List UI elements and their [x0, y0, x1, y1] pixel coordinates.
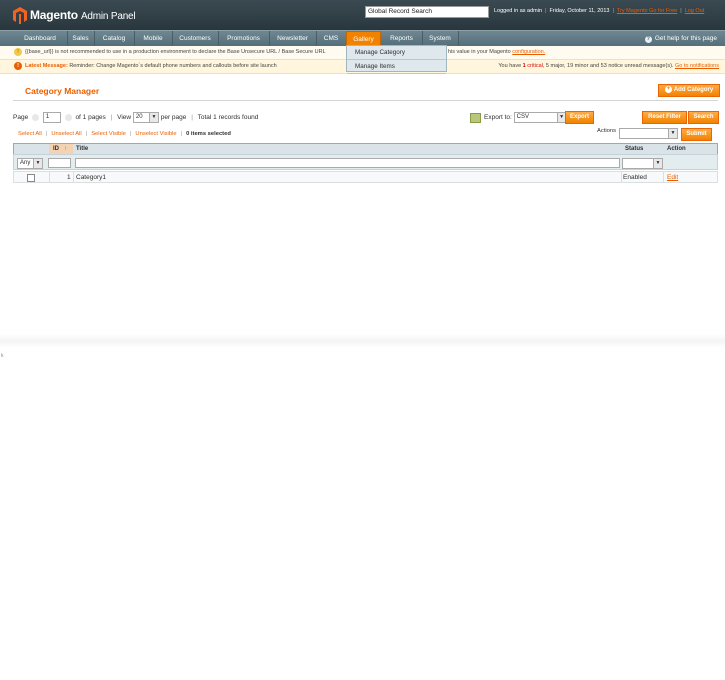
title-divider [13, 100, 718, 101]
column-id: ID [53, 146, 59, 152]
add-category-button[interactable]: + Add Category [658, 84, 720, 97]
submit-button[interactable]: Submit [681, 128, 712, 141]
export-icon [470, 112, 481, 123]
row-status: Enabled [623, 174, 647, 181]
nav-customers[interactable]: Customers [172, 31, 219, 46]
select-visible-link[interactable]: Select Visible [91, 131, 126, 137]
massaction-bar: Select All | Unselect All | Select Visible | U… [13, 128, 718, 140]
chevron-down-icon: ▼ [653, 159, 662, 168]
nav-sales[interactable]: Sales [67, 31, 95, 46]
alert-icon: ! [14, 61, 22, 70]
go-free-link[interactable]: Try Magento Go for Free [617, 8, 677, 14]
latest-message-text: Reminder: Change Magento`s default phone… [69, 63, 277, 69]
per-page-select[interactable]: 20 ▼ [132, 112, 159, 123]
reset-filter-button[interactable]: Reset Filter [642, 111, 687, 124]
nav-promotions[interactable]: Promotions [218, 31, 270, 46]
nav-catalog[interactable]: Catalog [94, 31, 135, 46]
help-link[interactable]: ? Get help for this page [644, 31, 717, 46]
magento-logo-icon [13, 6, 27, 24]
page-title: Category Manager [25, 86, 100, 96]
notification-summary: You have 1 critical, 5 major, 19 minor a… [498, 63, 719, 69]
select-all-link[interactable]: Select All [18, 131, 42, 137]
search-button[interactable]: Search [688, 111, 719, 124]
row-edit-link[interactable]: Edit [667, 172, 678, 183]
logout-link[interactable]: Log Out [685, 8, 705, 14]
row-id: 1 [67, 174, 71, 181]
page-fade-band [0, 334, 725, 348]
prev-page-icon[interactable] [32, 114, 39, 121]
chevron-down-icon: ▼ [33, 159, 42, 168]
menu-manage-items[interactable]: Manage Items [347, 60, 446, 74]
export-controls: Export to: CSV ▼ [470, 112, 567, 123]
selected-count: 0 [186, 131, 190, 137]
nav-cms[interactable]: CMS [316, 31, 347, 46]
go-to-notifications-link[interactable]: Go to notifications [675, 63, 719, 69]
chevron-down-icon: ▼ [148, 113, 158, 122]
plus-icon: + [664, 85, 672, 93]
magento-logo[interactable]: Magento Admin Panel [13, 5, 136, 25]
massaction-filter-select[interactable]: Any ▼ [17, 158, 43, 169]
nav-mobile[interactable]: Mobile [134, 31, 173, 46]
next-page-icon[interactable] [64, 114, 72, 121]
grid-filter-row: Any ▼ ▼ [13, 154, 718, 170]
admin-header: Magento Admin Panel Global Record Search … [0, 0, 725, 30]
actions-label: Actions [597, 128, 617, 134]
nav-gallery[interactable]: Gallery [346, 31, 381, 46]
total-records: Total 1 records found [197, 114, 259, 122]
nav-newsletter[interactable]: Newsletter [269, 31, 317, 46]
logo-sub: Admin Panel [80, 11, 136, 22]
menu-manage-category[interactable]: Manage Category [347, 46, 446, 60]
grid-header: ID ↑ Title Status Action [13, 143, 718, 154]
critical-count: 1 [522, 63, 526, 69]
actions-select[interactable]: ▼ [619, 128, 678, 139]
header-user-info: Logged in as admin | Friday, October 11, 2… [494, 8, 705, 14]
sort-title-header[interactable] [73, 144, 623, 154]
date-text: Friday, October 11, 2013 [549, 8, 610, 14]
logo-brand: Magento [30, 8, 78, 22]
id-filter-input[interactable] [48, 158, 71, 168]
security-text: {{base_url}} is not recommended to use i… [25, 49, 326, 55]
column-status: Status [625, 146, 644, 152]
edge-mark: k [1, 353, 4, 359]
sort-arrow-icon: ↑ [64, 146, 67, 152]
main-nav: Dashboard Sales Catalog Mobile Customers… [0, 30, 725, 46]
column-title: Title [76, 146, 89, 152]
latest-message-label: Latest Message: [25, 63, 68, 69]
column-action: Action [667, 146, 686, 152]
nav-system[interactable]: System [422, 31, 459, 46]
security-tail: his value in your Magento [448, 49, 511, 55]
export-format-select[interactable]: CSV ▼ [513, 112, 567, 123]
unselect-visible-link[interactable]: Unselect Visible [135, 131, 176, 137]
configuration-link[interactable]: configuration. [512, 49, 545, 55]
row-title: Category1 [76, 174, 106, 181]
row-checkbox[interactable] [27, 174, 35, 182]
unselect-all-link[interactable]: Unselect All [51, 131, 81, 137]
nav-dashboard[interactable]: Dashboard [13, 31, 68, 46]
warning-icon: ! [14, 47, 22, 56]
help-icon: ? [644, 36, 652, 43]
page-number-input[interactable]: 1 [42, 112, 61, 123]
grid-pager: Page 1 of 1 pages | View 20 ▼ per page | … [13, 112, 259, 123]
nav-reports[interactable]: Reports [381, 31, 423, 46]
logged-in-text: Logged in as admin [494, 8, 543, 14]
status-filter-select[interactable]: ▼ [622, 158, 663, 169]
title-filter-input[interactable] [75, 158, 620, 168]
table-row[interactable]: 1 Category1 Enabled Edit [13, 171, 718, 183]
export-button[interactable]: Export [565, 111, 594, 124]
gallery-dropdown-menu: Manage Category Manage Items [346, 45, 447, 74]
chevron-down-icon: ▼ [668, 129, 677, 138]
global-search-input[interactable]: Global Record Search [365, 6, 489, 18]
